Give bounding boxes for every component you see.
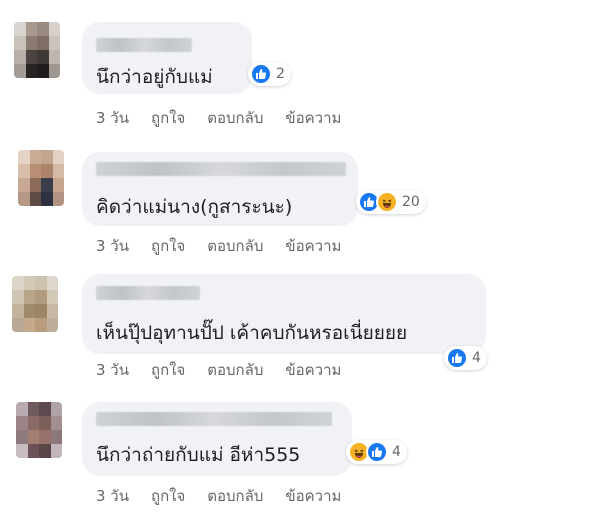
avatar[interactable] xyxy=(16,402,62,458)
avatar[interactable] xyxy=(18,150,64,206)
message-button[interactable]: ข้อความ xyxy=(285,358,341,382)
like-button[interactable]: ถูกใจ xyxy=(151,484,185,508)
comment-actions: 3 วัน ถูกใจ ตอบกลับ ข้อความ xyxy=(96,358,363,382)
reply-button[interactable]: ตอบกลับ xyxy=(207,106,263,130)
reaction-count: 4 xyxy=(472,350,481,366)
haha-icon xyxy=(376,191,398,213)
reply-button[interactable]: ตอบกลับ xyxy=(207,234,263,258)
reaction-count: 20 xyxy=(402,194,420,210)
like-icon xyxy=(446,347,468,369)
reaction-count: 4 xyxy=(392,444,401,460)
reply-button[interactable]: ตอบกลับ xyxy=(207,358,263,382)
like-button[interactable]: ถูกใจ xyxy=(151,234,185,258)
message-button[interactable]: ข้อความ xyxy=(285,484,341,508)
author-name-redacted[interactable] xyxy=(96,286,200,300)
message-button[interactable]: ข้อความ xyxy=(285,106,341,130)
avatar[interactable] xyxy=(14,22,60,78)
author-name-redacted[interactable] xyxy=(96,412,332,426)
comment-bubble: คิดว่าแม่นาง(กูสาระนะ) xyxy=(82,152,358,226)
comment-bubble: นึกว่าถ่ายกับแม่ อีห่า555 xyxy=(82,402,352,476)
timestamp[interactable]: 3 วัน xyxy=(96,358,129,382)
reaction-summary[interactable]: 20 xyxy=(356,190,426,214)
like-button[interactable]: ถูกใจ xyxy=(151,106,185,130)
comment-actions: 3 วัน ถูกใจ ตอบกลับ ข้อความ xyxy=(96,484,363,508)
comment-text: เห็นปุ๊ปอุทานปั๊ป เค้าคบกันหรอเนี่ยยยย xyxy=(96,322,408,344)
comment-text: คิดว่าแม่นาง(กูสาระนะ) xyxy=(96,196,293,218)
like-icon xyxy=(366,441,388,463)
author-name-redacted[interactable] xyxy=(96,38,192,52)
reaction-summary[interactable]: 2 xyxy=(248,62,291,86)
like-icon xyxy=(250,63,272,85)
timestamp[interactable]: 3 วัน xyxy=(96,234,129,258)
author-name-redacted[interactable] xyxy=(96,162,346,176)
timestamp[interactable]: 3 วัน xyxy=(96,484,129,508)
comment-text: นึกว่าถ่ายกับแม่ อีห่า555 xyxy=(96,444,301,466)
avatar[interactable] xyxy=(12,276,58,332)
like-button[interactable]: ถูกใจ xyxy=(151,358,185,382)
comment-actions: 3 วัน ถูกใจ ตอบกลับ ข้อความ xyxy=(96,106,363,130)
reaction-summary[interactable]: 4 xyxy=(346,440,407,464)
comment-actions: 3 วัน ถูกใจ ตอบกลับ ข้อความ xyxy=(96,234,363,258)
comment-text: นึกว่าอยู่กับแม่ xyxy=(96,66,213,88)
reaction-count: 2 xyxy=(276,66,285,82)
comment-bubble: เห็นปุ๊ปอุทานปั๊ป เค้าคบกันหรอเนี่ยยยย xyxy=(82,274,486,354)
reaction-summary[interactable]: 4 xyxy=(444,346,487,370)
comment-bubble: นึกว่าอยู่กับแม่ xyxy=(82,22,252,94)
timestamp[interactable]: 3 วัน xyxy=(96,106,129,130)
message-button[interactable]: ข้อความ xyxy=(285,234,341,258)
reply-button[interactable]: ตอบกลับ xyxy=(207,484,263,508)
